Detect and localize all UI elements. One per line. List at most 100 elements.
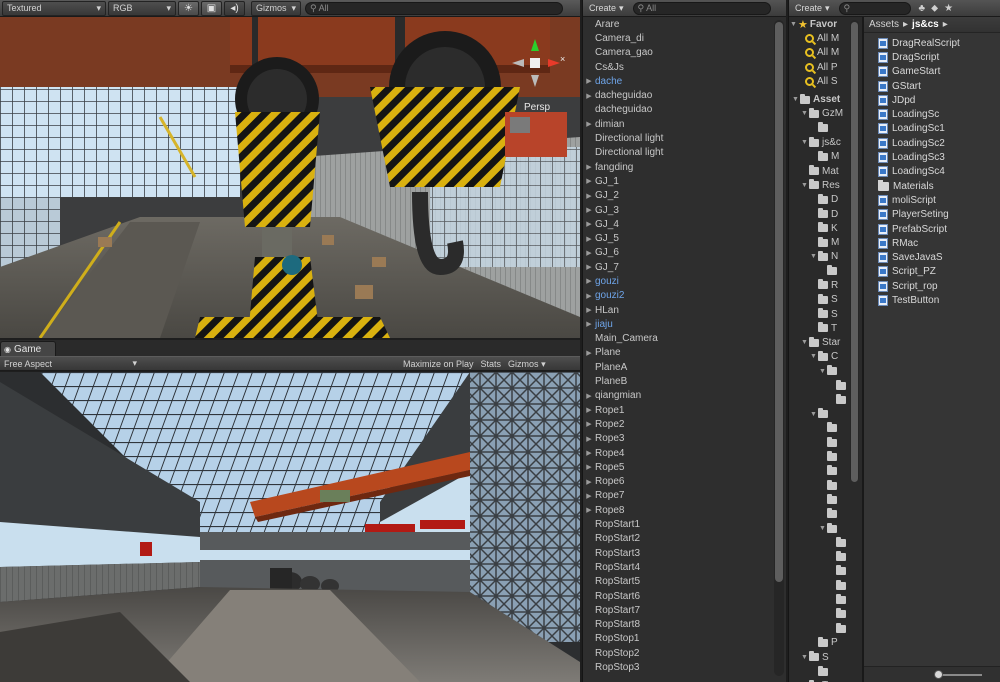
gizmo-close-icon[interactable]: × <box>560 54 565 64</box>
collapse-arrow-icon[interactable]: ▼ <box>800 339 809 346</box>
asset-item[interactable]: DragScript <box>864 50 1000 64</box>
expand-arrow-icon[interactable]: ▶ <box>583 478 595 486</box>
scene-gizmos-dropdown[interactable]: Gizmos ▾ <box>251 0 301 16</box>
expand-arrow-icon[interactable]: ▶ <box>583 435 595 443</box>
asset-item[interactable]: DragRealScript <box>864 36 1000 50</box>
project-create-button[interactable]: Create ▾ <box>792 1 833 15</box>
collapse-arrow-icon[interactable]: ▼ <box>800 110 809 117</box>
hierarchy-item[interactable]: RopStart1 <box>583 517 771 531</box>
expand-arrow-icon[interactable]: ▶ <box>583 120 595 128</box>
folder-tree-item[interactable] <box>789 579 862 593</box>
folder-tree-item[interactable]: ▶T <box>789 679 862 682</box>
hierarchy-item[interactable]: ▶ dimian <box>583 117 771 131</box>
draw-mode-dropdown[interactable]: Textured ▾ <box>2 0 106 16</box>
hierarchy-item[interactable]: ▶ GJ_7 <box>583 260 771 274</box>
expand-arrow-icon[interactable]: ▶ <box>583 92 595 100</box>
folder-tree-item[interactable] <box>789 664 862 678</box>
hierarchy-item[interactable]: ▶ qiangmian <box>583 389 771 403</box>
hierarchy-item[interactable]: PlaneA <box>583 360 771 374</box>
hierarchy-create-button[interactable]: Create ▾ <box>586 1 627 15</box>
asset-item[interactable]: LoadingSc1 <box>864 122 1000 136</box>
project-search-input[interactable]: ⚲ <box>838 1 911 15</box>
scene-view[interactable]: Textured ▾ RGB ▾ ☀ ▣ ◂) Gizmos ▾ ⚲ All P… <box>0 0 580 338</box>
hierarchy-item[interactable]: Directional light <box>583 131 771 145</box>
collapse-arrow-icon[interactable]: ▼ <box>809 411 818 418</box>
hierarchy-item[interactable]: ▶ Rope6 <box>583 475 771 489</box>
expand-arrow-icon[interactable]: ▶ <box>583 392 595 400</box>
hierarchy-item[interactable]: RopStart3 <box>583 546 771 560</box>
asset-item[interactable]: moliScript <box>864 193 1000 207</box>
asset-item[interactable]: PlayerSeting <box>864 208 1000 222</box>
expand-arrow-icon[interactable]: ▶ <box>583 163 595 171</box>
filter-by-type-icon[interactable]: ♣ <box>919 3 926 14</box>
expand-arrow-icon[interactable]: ▶ <box>583 506 595 514</box>
asset-item[interactable]: PrefabScript <box>864 222 1000 236</box>
hierarchy-item[interactable]: ▶ Rope7 <box>583 489 771 503</box>
hierarchy-item[interactable]: Main_Camera <box>583 332 771 346</box>
asset-item[interactable]: TestButton <box>864 293 1000 307</box>
asset-item[interactable]: LoadingSc2 <box>864 136 1000 150</box>
persp-label[interactable]: Persp <box>524 102 550 113</box>
favorite-star-icon[interactable]: ★ <box>944 3 953 14</box>
expand-arrow-icon[interactable]: ▶ <box>583 177 595 185</box>
collapse-arrow-icon[interactable]: ▼ <box>818 525 827 532</box>
asset-item[interactable]: LoadingSc4 <box>864 165 1000 179</box>
hierarchy-scrollbar[interactable] <box>774 20 784 676</box>
breadcrumb-current[interactable]: js&cs <box>912 19 939 30</box>
tree-scrollbar[interactable] <box>850 20 859 482</box>
expand-arrow-icon[interactable]: ▶ <box>583 263 595 271</box>
icon-size-slider-knob[interactable] <box>934 670 943 679</box>
tree-scroll-thumb[interactable] <box>851 22 858 482</box>
folder-tree-item[interactable]: ▼ S <box>789 650 862 664</box>
hierarchy-item[interactable]: Cs&Js <box>583 60 771 74</box>
expand-arrow-icon[interactable]: ▶ <box>583 406 595 414</box>
expand-arrow-icon[interactable]: ▶ <box>583 277 595 285</box>
collapse-arrow-icon[interactable]: ▼ <box>818 368 827 375</box>
hierarchy-item[interactable]: RopStart7 <box>583 603 771 617</box>
hierarchy-item[interactable]: RopStart5 <box>583 575 771 589</box>
expand-arrow-icon[interactable]: ▶ <box>583 349 595 357</box>
aspect-dropdown[interactable]: Free Aspect ▾ <box>0 357 140 371</box>
hierarchy-item[interactable]: ▶ GJ_4 <box>583 217 771 231</box>
folder-tree-item[interactable] <box>789 493 862 507</box>
game-gizmos-dropdown[interactable]: Gizmos ▾ <box>508 359 546 370</box>
asset-item[interactable]: JDpd <box>864 93 1000 107</box>
folder-tree-item[interactable] <box>789 593 862 607</box>
hierarchy-item[interactable]: RopStart6 <box>583 589 771 603</box>
hierarchy-item[interactable]: ▶ GJ_5 <box>583 231 771 245</box>
hierarchy-item[interactable]: ▶ Rope3 <box>583 432 771 446</box>
expand-arrow-icon[interactable]: ▶ <box>583 306 595 314</box>
collapse-arrow-icon[interactable]: ▼ <box>789 21 798 28</box>
hierarchy-item[interactable]: Camera_di <box>583 31 771 45</box>
asset-item[interactable]: LoadingSc3 <box>864 150 1000 164</box>
hierarchy-item[interactable]: ▶ Rope2 <box>583 417 771 431</box>
folder-tree-item[interactable] <box>789 507 862 521</box>
game-viewport[interactable] <box>0 372 580 682</box>
expand-arrow-icon[interactable]: ▶ <box>583 220 595 228</box>
stats-toggle[interactable]: Stats <box>481 359 502 369</box>
asset-item[interactable]: Script_rop <box>864 279 1000 293</box>
expand-arrow-icon[interactable]: ▶ <box>583 249 595 257</box>
hierarchy-item[interactable]: RopStart8 <box>583 617 771 631</box>
expand-arrow-icon[interactable]: ▶ <box>583 420 595 428</box>
hierarchy-item[interactable]: ▶ HLan <box>583 303 771 317</box>
hierarchy-search-input[interactable]: ⚲ All <box>632 1 771 15</box>
hierarchy-item[interactable]: RopStart2 <box>583 532 771 546</box>
folder-tree-item[interactable] <box>789 550 862 564</box>
expand-arrow-icon[interactable]: ▶ <box>583 206 595 214</box>
hierarchy-item[interactable]: PlaneB <box>583 374 771 388</box>
expand-arrow-icon[interactable]: ▶ <box>583 449 595 457</box>
scene-search-input[interactable]: ⚲ All <box>305 1 563 15</box>
hierarchy-item[interactable]: ▶ GJ_3 <box>583 203 771 217</box>
collapse-arrow-icon[interactable]: ▼ <box>800 654 809 661</box>
hierarchy-item[interactable]: ▶ Rope4 <box>583 446 771 460</box>
game-view[interactable]: ◉ Game Free Aspect ▾ Maximize on Play St… <box>0 340 580 682</box>
hierarchy-item[interactable]: RopStop1 <box>583 632 771 646</box>
hierarchy-item[interactable]: ▶ jiaju <box>583 317 771 331</box>
folder-tree-item[interactable]: ▼ <box>789 521 862 535</box>
hierarchy-item[interactable]: ▶ Rope1 <box>583 403 771 417</box>
render-mode-dropdown[interactable]: RGB ▾ <box>108 0 176 16</box>
hierarchy-item[interactable]: ▶ Plane <box>583 346 771 360</box>
collapse-arrow-icon[interactable]: ▼ <box>800 139 809 146</box>
maximize-on-play-toggle[interactable]: Maximize on Play <box>403 359 474 369</box>
